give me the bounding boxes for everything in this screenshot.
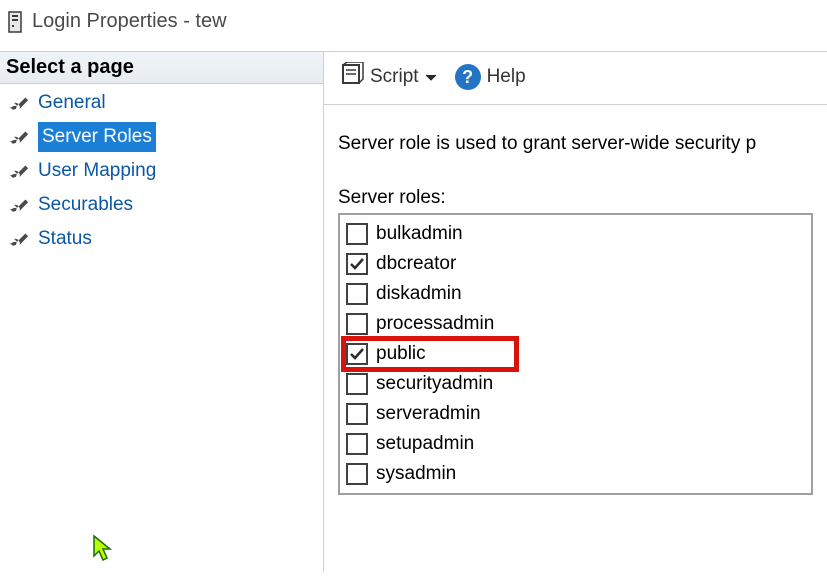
role-row-serveradmin[interactable]: serveradmin xyxy=(346,399,805,429)
sidebar-item-user-mapping[interactable]: User Mapping xyxy=(0,154,323,188)
role-label: diskadmin xyxy=(376,279,462,309)
role-row-bulkadmin[interactable]: bulkadmin xyxy=(346,219,805,249)
roles-listbox[interactable]: bulkadmin dbcreator diskadmin xyxy=(338,213,813,495)
wrench-icon xyxy=(8,194,30,216)
titlebar: Login Properties - tew xyxy=(0,0,827,51)
checkbox-bulkadmin[interactable] xyxy=(346,223,368,245)
wrench-icon xyxy=(8,92,30,114)
checkbox-processadmin[interactable] xyxy=(346,313,368,335)
role-label: setupadmin xyxy=(376,429,474,459)
content-area: Script ? Help Server role is used to gra… xyxy=(324,52,827,572)
role-label: processadmin xyxy=(376,309,494,339)
sidebar-item-status[interactable]: Status xyxy=(0,222,323,256)
role-row-sysadmin[interactable]: sysadmin xyxy=(346,459,805,489)
roles-label: Server roles: xyxy=(338,187,813,209)
description-text: Server role is used to grant server-wide… xyxy=(338,133,813,155)
role-row-diskadmin[interactable]: diskadmin xyxy=(346,279,805,309)
role-row-dbcreator[interactable]: dbcreator xyxy=(346,249,805,279)
content-body: Server role is used to grant server-wide… xyxy=(324,105,827,495)
sidebar-item-securables[interactable]: Securables xyxy=(0,188,323,222)
sidebar: Select a page General Server Roles User … xyxy=(0,52,324,572)
checkbox-serveradmin[interactable] xyxy=(346,403,368,425)
script-icon xyxy=(340,62,364,92)
checkbox-dbcreator[interactable] xyxy=(346,253,368,275)
checkbox-sysadmin[interactable] xyxy=(346,463,368,485)
role-row-public[interactable]: public xyxy=(344,339,516,369)
role-label: sysadmin xyxy=(376,459,456,489)
role-row-setupadmin[interactable]: setupadmin xyxy=(346,429,805,459)
help-icon: ? xyxy=(455,64,481,90)
main-container: Select a page General Server Roles User … xyxy=(0,51,827,572)
role-row-securityadmin[interactable]: securityadmin xyxy=(346,369,805,399)
sidebar-item-label: General xyxy=(38,88,106,118)
checkbox-securityadmin[interactable] xyxy=(346,373,368,395)
checkbox-setupadmin[interactable] xyxy=(346,433,368,455)
wrench-icon xyxy=(8,228,30,250)
script-label: Script xyxy=(370,66,419,88)
role-label: serveradmin xyxy=(376,399,481,429)
chevron-down-icon xyxy=(425,66,437,88)
help-button[interactable]: ? Help xyxy=(451,62,530,92)
sidebar-item-label: Server Roles xyxy=(38,122,156,152)
sidebar-item-server-roles[interactable]: Server Roles xyxy=(0,120,323,154)
sidebar-header: Select a page xyxy=(0,52,323,84)
sidebar-item-general[interactable]: General xyxy=(0,86,323,120)
wrench-icon xyxy=(8,160,30,182)
role-label: public xyxy=(376,339,426,369)
sidebar-item-label: Status xyxy=(38,224,92,254)
window-title: Login Properties - tew xyxy=(32,10,227,33)
script-button[interactable]: Script xyxy=(336,60,441,94)
server-icon xyxy=(8,11,22,33)
toolbar: Script ? Help xyxy=(324,52,827,105)
help-label: Help xyxy=(487,66,526,88)
role-label: bulkadmin xyxy=(376,219,463,249)
checkbox-public[interactable] xyxy=(346,343,368,365)
sidebar-item-label: Securables xyxy=(38,190,133,220)
role-label: securityadmin xyxy=(376,369,493,399)
sidebar-item-label: User Mapping xyxy=(38,156,156,186)
sidebar-list: General Server Roles User Mapping Secura… xyxy=(0,84,323,256)
wrench-icon xyxy=(8,126,30,148)
role-row-processadmin[interactable]: processadmin xyxy=(346,309,805,339)
role-label: dbcreator xyxy=(376,249,456,279)
checkbox-diskadmin[interactable] xyxy=(346,283,368,305)
